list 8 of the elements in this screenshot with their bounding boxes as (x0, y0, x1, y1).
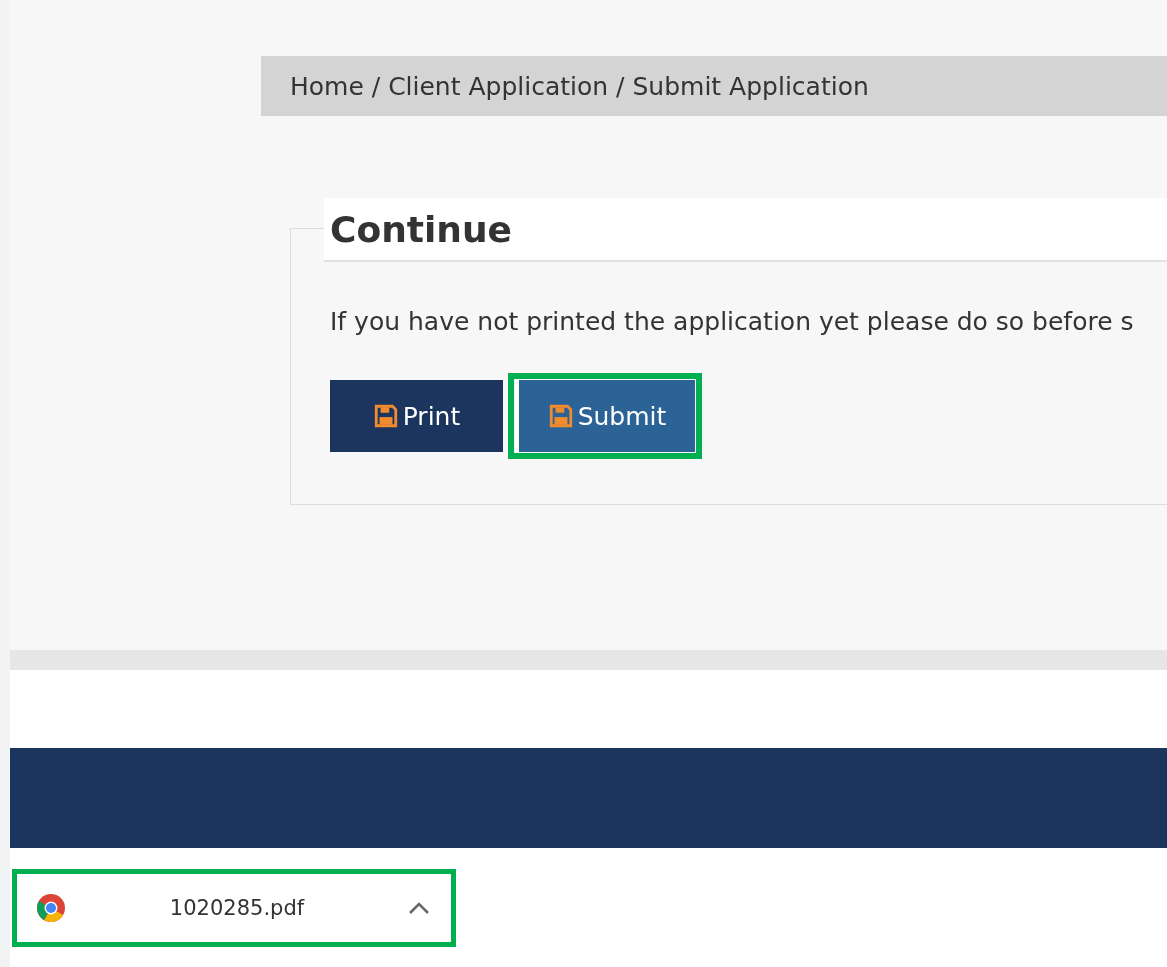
instruction-text: If you have not printed the application yet please do so before s (330, 307, 1135, 336)
download-item[interactable]: 1020285.pdf (14, 870, 454, 945)
section-title: Continue (324, 198, 1167, 262)
file-name: 1020285.pdf (168, 895, 306, 920)
browser-logo-icon (36, 892, 66, 923)
caret-up-icon[interactable] (408, 900, 430, 915)
breadcrumb-trail: Home / Client Application / Submit Application (290, 71, 869, 101)
print-button[interactable]: Print (330, 380, 503, 452)
